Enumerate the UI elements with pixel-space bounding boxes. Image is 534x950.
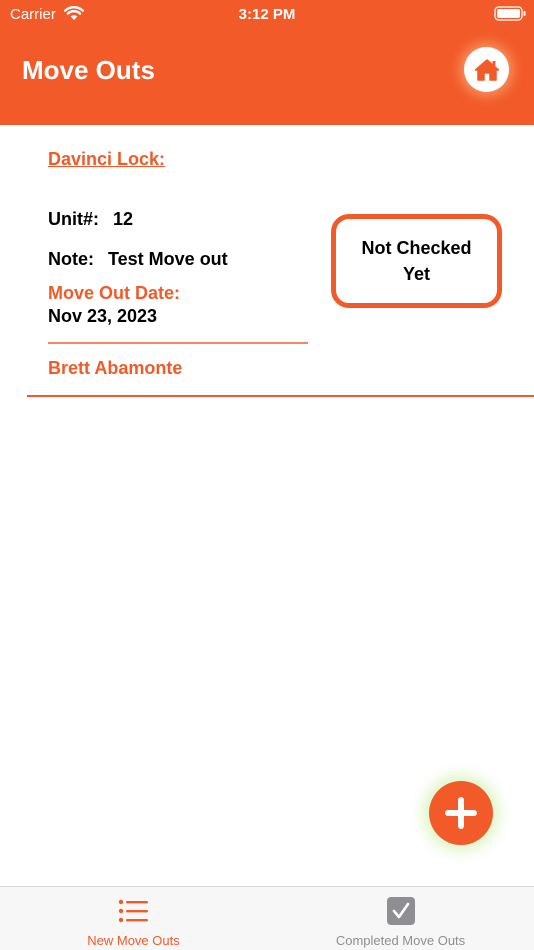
home-icon	[474, 58, 499, 81]
note-row: Note: Test Move out	[48, 249, 228, 270]
list-icon	[118, 899, 148, 923]
tab-bar: New Move Outs Completed Move Outs	[0, 886, 534, 950]
home-button[interactable]	[464, 47, 509, 92]
card-divider	[27, 395, 534, 397]
move-out-date-value: Nov 23, 2023	[48, 306, 158, 326]
move-out-card[interactable]: Davinci Lock: Unit#: 12 Note: Test Move ou…	[0, 125, 534, 400]
tab-label: Completed Move Outs	[335, 933, 466, 948]
unit-value: 12	[113, 209, 134, 229]
note-label: Note:	[48, 249, 94, 269]
tenant-name: Brett Abamonte	[48, 358, 183, 378]
page-title: Move Outs	[22, 55, 155, 85]
tab-label: New Move Outs	[87, 933, 180, 948]
app-header: Carrier 3:12 PM Move Outs	[0, 0, 534, 125]
clock: 3:12 PM	[238, 6, 296, 23]
tab-new-move-outs[interactable]: New Move Outs	[0, 887, 267, 950]
unit-row: Unit#: 12	[48, 209, 133, 230]
status-badge: Not Checked Yet	[331, 214, 502, 308]
status-text: Not Checked Yet	[361, 238, 472, 284]
lock-name-link[interactable]: Davinci Lock:	[48, 149, 165, 170]
tab-completed-move-outs[interactable]: Completed Move Outs	[267, 887, 534, 950]
inner-divider	[48, 342, 308, 344]
status-bar: Carrier 3:12 PM	[0, 0, 534, 28]
note-value: Test Move out	[108, 249, 228, 269]
move-out-date-label: Move Out Date:	[48, 283, 181, 303]
unit-label: Unit#:	[48, 209, 99, 229]
checkbox-icon	[387, 897, 415, 925]
add-move-out-button[interactable]	[429, 781, 493, 845]
plus-icon	[445, 797, 477, 829]
battery-icon	[494, 6, 526, 21]
screen: Carrier 3:12 PM Move Outs Davinci Lock:	[0, 0, 534, 950]
